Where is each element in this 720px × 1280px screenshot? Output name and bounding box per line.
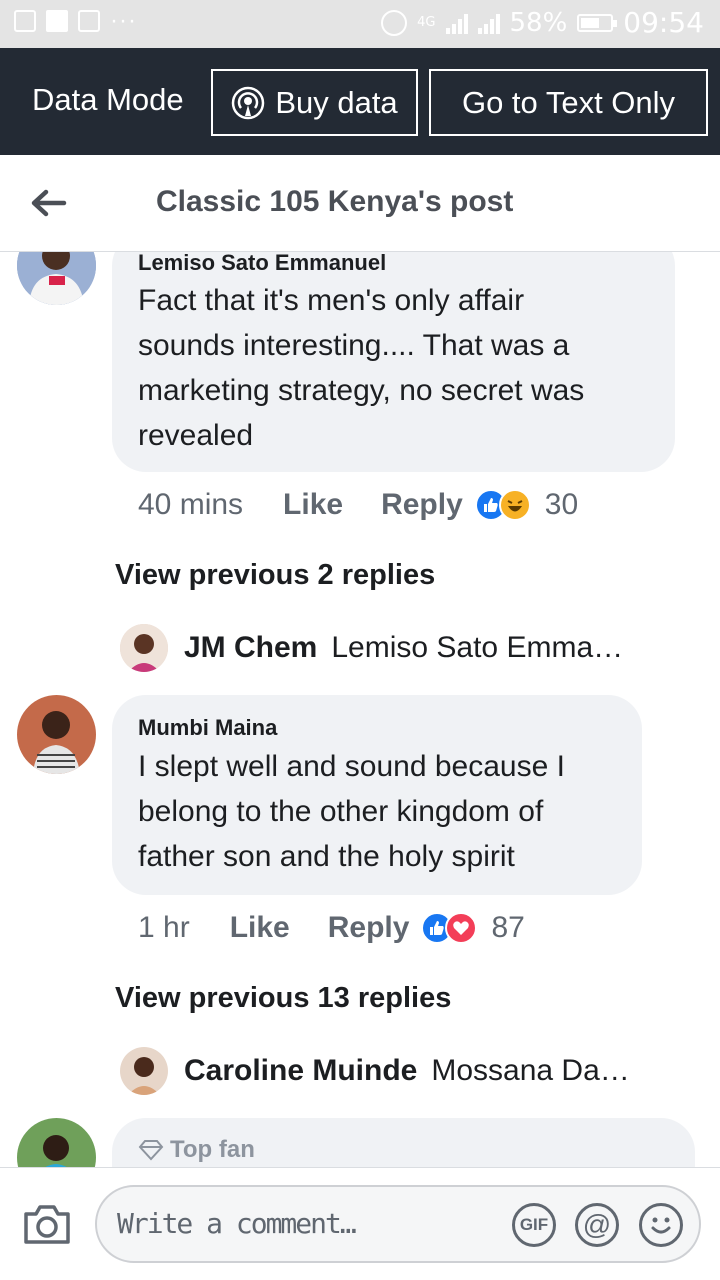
comment-line: I slept well and sound because I — [138, 750, 565, 783]
comment-placeholder: Write a comment… — [117, 1207, 357, 1240]
reply-preview: Mossana Da… — [431, 1054, 630, 1087]
image-icon — [46, 10, 68, 32]
comment-time[interactable]: 40 mins — [138, 488, 243, 522]
avatar[interactable] — [17, 1118, 96, 1167]
profile-photo-icon — [17, 695, 96, 774]
camera-icon[interactable] — [22, 1202, 72, 1246]
top-fan-badge: Top fan — [138, 1136, 255, 1164]
comment-line: revealed — [138, 419, 254, 452]
text-only-button[interactable]: Go to Text Only — [429, 69, 708, 136]
comment-text: Fact that it's men's only affair sounds … — [138, 278, 584, 458]
reply-author: Caroline Muinde — [184, 1054, 418, 1087]
like-button[interactable]: Like — [283, 488, 343, 522]
buy-data-label: Buy data — [275, 84, 398, 120]
comment-author[interactable]: Lemiso Sato Emmanuel — [138, 252, 386, 276]
comment-text: I slept well and sound because I belong … — [138, 744, 565, 879]
comment-time[interactable]: 1 hr — [138, 911, 190, 945]
data-mode-label: Data Mode — [32, 82, 184, 117]
data-saver-icon — [381, 9, 408, 36]
badge-label: Top fan — [170, 1136, 255, 1163]
diamond-icon — [138, 1140, 164, 1161]
comment-line: sounds interesting.... That was a — [138, 329, 570, 362]
latest-reply[interactable]: JM Chem Lemiso Sato Emma… — [120, 624, 623, 672]
comment-input[interactable]: Write a comment… GIF @ — [95, 1185, 701, 1263]
comment-composer: Write a comment… GIF @ — [0, 1167, 720, 1280]
reply-preview: Lemiso Sato Emma… — [331, 631, 624, 664]
avatar[interactable] — [17, 695, 96, 774]
comment-actions: 1 hr Like Reply 87 — [138, 911, 525, 945]
comment-actions: 40 mins Like Reply 30 — [138, 488, 578, 522]
reply-button[interactable]: Reply — [328, 911, 410, 945]
battery-icon — [577, 13, 618, 32]
status-bar: ··· 4G 58% 09:54 — [0, 0, 720, 48]
haha-reaction-icon — [498, 489, 531, 521]
comment-line: belong to the other kingdom of — [138, 795, 544, 828]
clock: 09:54 — [623, 6, 704, 39]
page-title: Classic 105 Kenya's post — [156, 185, 514, 218]
avatar[interactable] — [120, 624, 168, 672]
avatar[interactable] — [120, 1047, 168, 1095]
comments-list[interactable]: Lemiso Sato Emmanuel Fact that it's men'… — [0, 252, 720, 1167]
like-button[interactable]: Like — [230, 911, 290, 945]
reaction-count: 30 — [544, 488, 579, 521]
battery-percent: 58% — [509, 7, 568, 38]
post-header: Classic 105 Kenya's post — [0, 155, 720, 252]
back-arrow-icon[interactable] — [28, 183, 68, 223]
text-only-label: Go to Text Only — [461, 84, 676, 120]
reaction-count: 87 — [491, 911, 525, 944]
reply-author: JM Chem — [184, 631, 318, 664]
message-icon — [14, 10, 36, 32]
status-notifications: ··· — [14, 7, 137, 34]
status-indicators: 4G 58% 09:54 — [381, 6, 704, 39]
broadcast-icon — [232, 86, 265, 119]
avatar[interactable] — [17, 252, 96, 305]
buy-data-button[interactable]: Buy data — [211, 69, 418, 136]
profile-photo-icon — [17, 252, 96, 305]
network-type: 4G — [417, 15, 436, 30]
apps-icon — [78, 10, 100, 32]
comment-line: marketing strategy, no secret was — [138, 374, 585, 407]
signal-2-icon — [477, 12, 500, 34]
signal-icon — [445, 12, 468, 34]
view-previous-replies[interactable]: View previous 2 replies — [115, 559, 435, 592]
latest-reply[interactable]: Caroline Muinde Mossana Da… — [120, 1047, 630, 1095]
comment-author[interactable]: Mumbi Maina — [138, 715, 277, 741]
reactions[interactable]: 30 — [474, 488, 579, 522]
profile-photo-icon — [17, 1118, 96, 1167]
reactions[interactable]: 87 — [421, 911, 525, 945]
comment-line: Fact that it's men's only affair — [138, 284, 525, 317]
data-mode-bar: Data Mode Buy data Go to Text Only — [0, 48, 720, 155]
emoji-icon[interactable] — [639, 1203, 683, 1247]
more-notifications-icon: ··· — [110, 7, 137, 34]
love-reaction-icon — [445, 912, 478, 944]
view-previous-replies[interactable]: View previous 13 replies — [115, 982, 451, 1015]
reply-button[interactable]: Reply — [381, 488, 463, 522]
gif-button[interactable]: GIF — [512, 1203, 556, 1247]
mention-button[interactable]: @ — [575, 1203, 619, 1247]
comment-line: father son and the holy spirit — [138, 840, 515, 873]
